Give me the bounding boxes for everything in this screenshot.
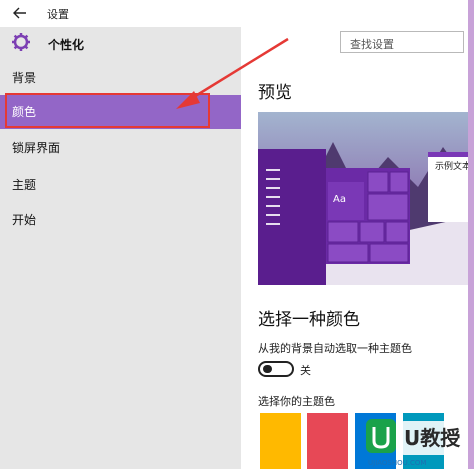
preview-sample-text: 示例文本 [435,160,468,172]
toggle-knob [263,365,272,373]
toggle-state-label: 关 [300,364,311,377]
pick-accent-label: 选择你的主题色 [258,395,335,408]
sidebar-item-themes[interactable]: 主题 [0,168,241,202]
gear-icon [10,31,32,53]
auto-pick-toggle[interactable] [258,361,294,377]
preview-title: 预览 [258,83,292,103]
back-arrow-icon[interactable] [12,3,32,23]
color-swatch-red[interactable] [307,413,348,469]
color-swatch-yellow[interactable] [260,413,301,469]
search-input[interactable]: 查找设置 [340,31,464,53]
sidebar-item-start[interactable]: 开始 [0,203,241,237]
section-title: 个性化 [48,38,85,52]
watermark-subtext: UJIAOSHOU.COM [368,459,426,467]
window-title: 设置 [47,8,69,21]
annotation-arrow [176,37,289,109]
choose-color-title: 选择一种颜色 [258,310,360,330]
title-bar: 设置 [0,0,474,27]
watermark-text: U教授 [404,426,461,450]
preview-image: Aa 示例文本 [258,112,468,285]
search-placeholder: 查找设置 [350,38,394,51]
auto-pick-label: 从我的背景自动选取一种主题色 [258,342,412,355]
preview-tile-text: Aa [333,194,346,205]
watermark-logo: U教授 UJIAOSHOU.COM [362,413,468,469]
sidebar-item-lockscreen[interactable]: 锁屏界面 [0,131,241,165]
window-edge [468,0,474,469]
